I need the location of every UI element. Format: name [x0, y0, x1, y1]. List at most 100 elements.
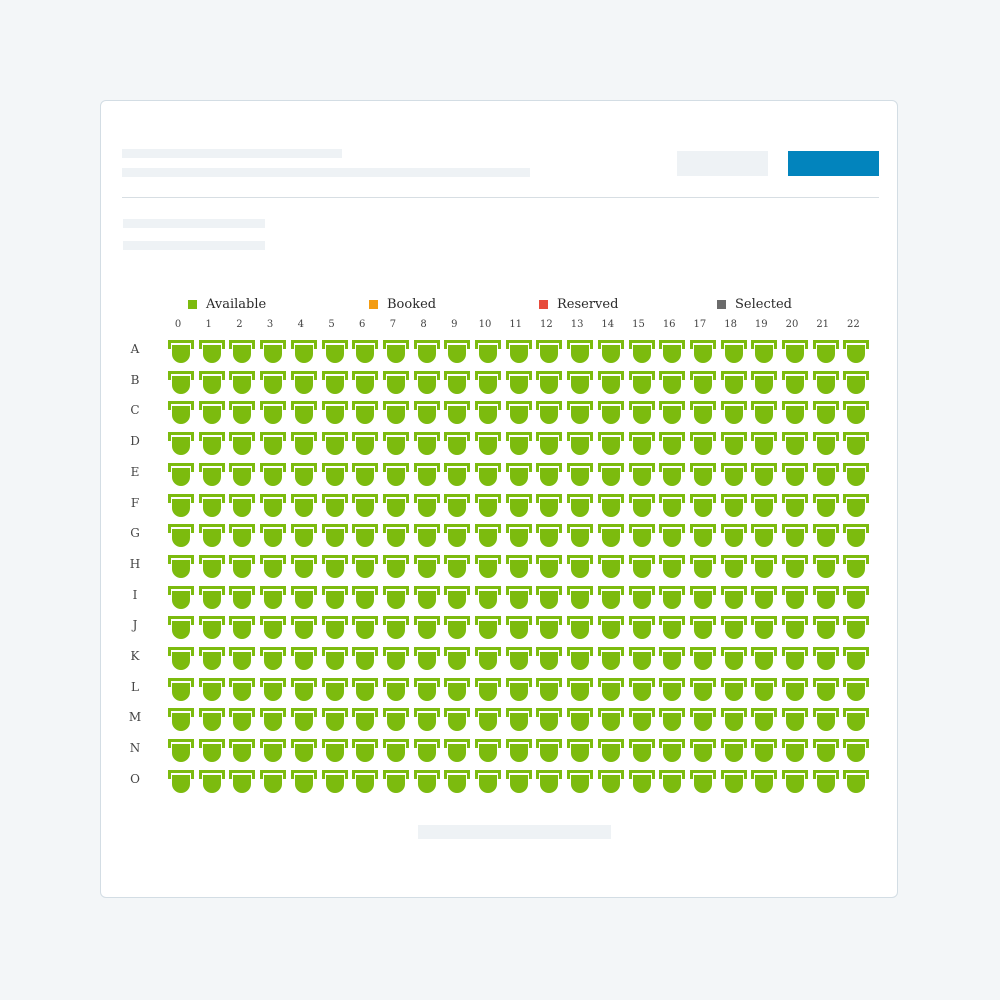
seat-B9[interactable]: [443, 370, 471, 396]
seat-J20[interactable]: [781, 615, 809, 641]
seat-D5[interactable]: [321, 431, 349, 457]
seat-F5[interactable]: [321, 493, 349, 519]
seat-K18[interactable]: [720, 646, 748, 672]
seat-O20[interactable]: [781, 769, 809, 795]
seat-A12[interactable]: [535, 339, 563, 365]
seat-O14[interactable]: [597, 769, 625, 795]
seat-F9[interactable]: [443, 493, 471, 519]
seat-B10[interactable]: [474, 370, 502, 396]
seat-C13[interactable]: [566, 400, 594, 426]
seat-G20[interactable]: [781, 523, 809, 549]
seat-J13[interactable]: [566, 615, 594, 641]
seat-H9[interactable]: [443, 554, 471, 580]
seat-L0[interactable]: [167, 677, 195, 703]
seat-E19[interactable]: [750, 462, 778, 488]
seat-F11[interactable]: [505, 493, 533, 519]
seat-J5[interactable]: [321, 615, 349, 641]
seat-J18[interactable]: [720, 615, 748, 641]
seat-I18[interactable]: [720, 585, 748, 611]
seat-J9[interactable]: [443, 615, 471, 641]
seat-O21[interactable]: [812, 769, 840, 795]
seat-A1[interactable]: [198, 339, 226, 365]
seat-K22[interactable]: [842, 646, 870, 672]
seat-E10[interactable]: [474, 462, 502, 488]
seat-G12[interactable]: [535, 523, 563, 549]
seat-B21[interactable]: [812, 370, 840, 396]
seat-A6[interactable]: [351, 339, 379, 365]
seat-E13[interactable]: [566, 462, 594, 488]
seat-F13[interactable]: [566, 493, 594, 519]
seat-I17[interactable]: [689, 585, 717, 611]
seat-B22[interactable]: [842, 370, 870, 396]
seat-N15[interactable]: [628, 738, 656, 764]
seat-I22[interactable]: [842, 585, 870, 611]
seat-C0[interactable]: [167, 400, 195, 426]
seat-D18[interactable]: [720, 431, 748, 457]
seat-F0[interactable]: [167, 493, 195, 519]
seat-H14[interactable]: [597, 554, 625, 580]
seat-H18[interactable]: [720, 554, 748, 580]
seat-M2[interactable]: [228, 707, 256, 733]
seat-D13[interactable]: [566, 431, 594, 457]
seat-E15[interactable]: [628, 462, 656, 488]
seat-H19[interactable]: [750, 554, 778, 580]
seat-I15[interactable]: [628, 585, 656, 611]
seat-N16[interactable]: [658, 738, 686, 764]
seat-K20[interactable]: [781, 646, 809, 672]
seat-G10[interactable]: [474, 523, 502, 549]
seat-K6[interactable]: [351, 646, 379, 672]
seat-A21[interactable]: [812, 339, 840, 365]
seat-H15[interactable]: [628, 554, 656, 580]
seat-C9[interactable]: [443, 400, 471, 426]
seat-A13[interactable]: [566, 339, 594, 365]
seat-K0[interactable]: [167, 646, 195, 672]
seat-C7[interactable]: [382, 400, 410, 426]
seat-N17[interactable]: [689, 738, 717, 764]
seat-K13[interactable]: [566, 646, 594, 672]
seat-C16[interactable]: [658, 400, 686, 426]
seat-J21[interactable]: [812, 615, 840, 641]
seat-L8[interactable]: [413, 677, 441, 703]
seat-G7[interactable]: [382, 523, 410, 549]
seat-K8[interactable]: [413, 646, 441, 672]
seat-A10[interactable]: [474, 339, 502, 365]
seat-B15[interactable]: [628, 370, 656, 396]
seat-B16[interactable]: [658, 370, 686, 396]
seat-L19[interactable]: [750, 677, 778, 703]
seat-J17[interactable]: [689, 615, 717, 641]
seat-B7[interactable]: [382, 370, 410, 396]
seat-J12[interactable]: [535, 615, 563, 641]
seat-F8[interactable]: [413, 493, 441, 519]
seat-H22[interactable]: [842, 554, 870, 580]
seat-F10[interactable]: [474, 493, 502, 519]
seat-G15[interactable]: [628, 523, 656, 549]
seat-D22[interactable]: [842, 431, 870, 457]
seat-N20[interactable]: [781, 738, 809, 764]
seat-K12[interactable]: [535, 646, 563, 672]
seat-O1[interactable]: [198, 769, 226, 795]
seat-G19[interactable]: [750, 523, 778, 549]
seat-J2[interactable]: [228, 615, 256, 641]
seat-E2[interactable]: [228, 462, 256, 488]
seat-K14[interactable]: [597, 646, 625, 672]
seat-C21[interactable]: [812, 400, 840, 426]
seat-L22[interactable]: [842, 677, 870, 703]
seat-C2[interactable]: [228, 400, 256, 426]
seat-O13[interactable]: [566, 769, 594, 795]
seat-D6[interactable]: [351, 431, 379, 457]
seat-H21[interactable]: [812, 554, 840, 580]
seat-G14[interactable]: [597, 523, 625, 549]
seat-N19[interactable]: [750, 738, 778, 764]
seat-B2[interactable]: [228, 370, 256, 396]
seat-D19[interactable]: [750, 431, 778, 457]
seat-C18[interactable]: [720, 400, 748, 426]
seat-F22[interactable]: [842, 493, 870, 519]
seat-O11[interactable]: [505, 769, 533, 795]
seat-H10[interactable]: [474, 554, 502, 580]
seat-O19[interactable]: [750, 769, 778, 795]
seat-O5[interactable]: [321, 769, 349, 795]
seat-O15[interactable]: [628, 769, 656, 795]
seat-N3[interactable]: [259, 738, 287, 764]
seat-E0[interactable]: [167, 462, 195, 488]
seat-C19[interactable]: [750, 400, 778, 426]
